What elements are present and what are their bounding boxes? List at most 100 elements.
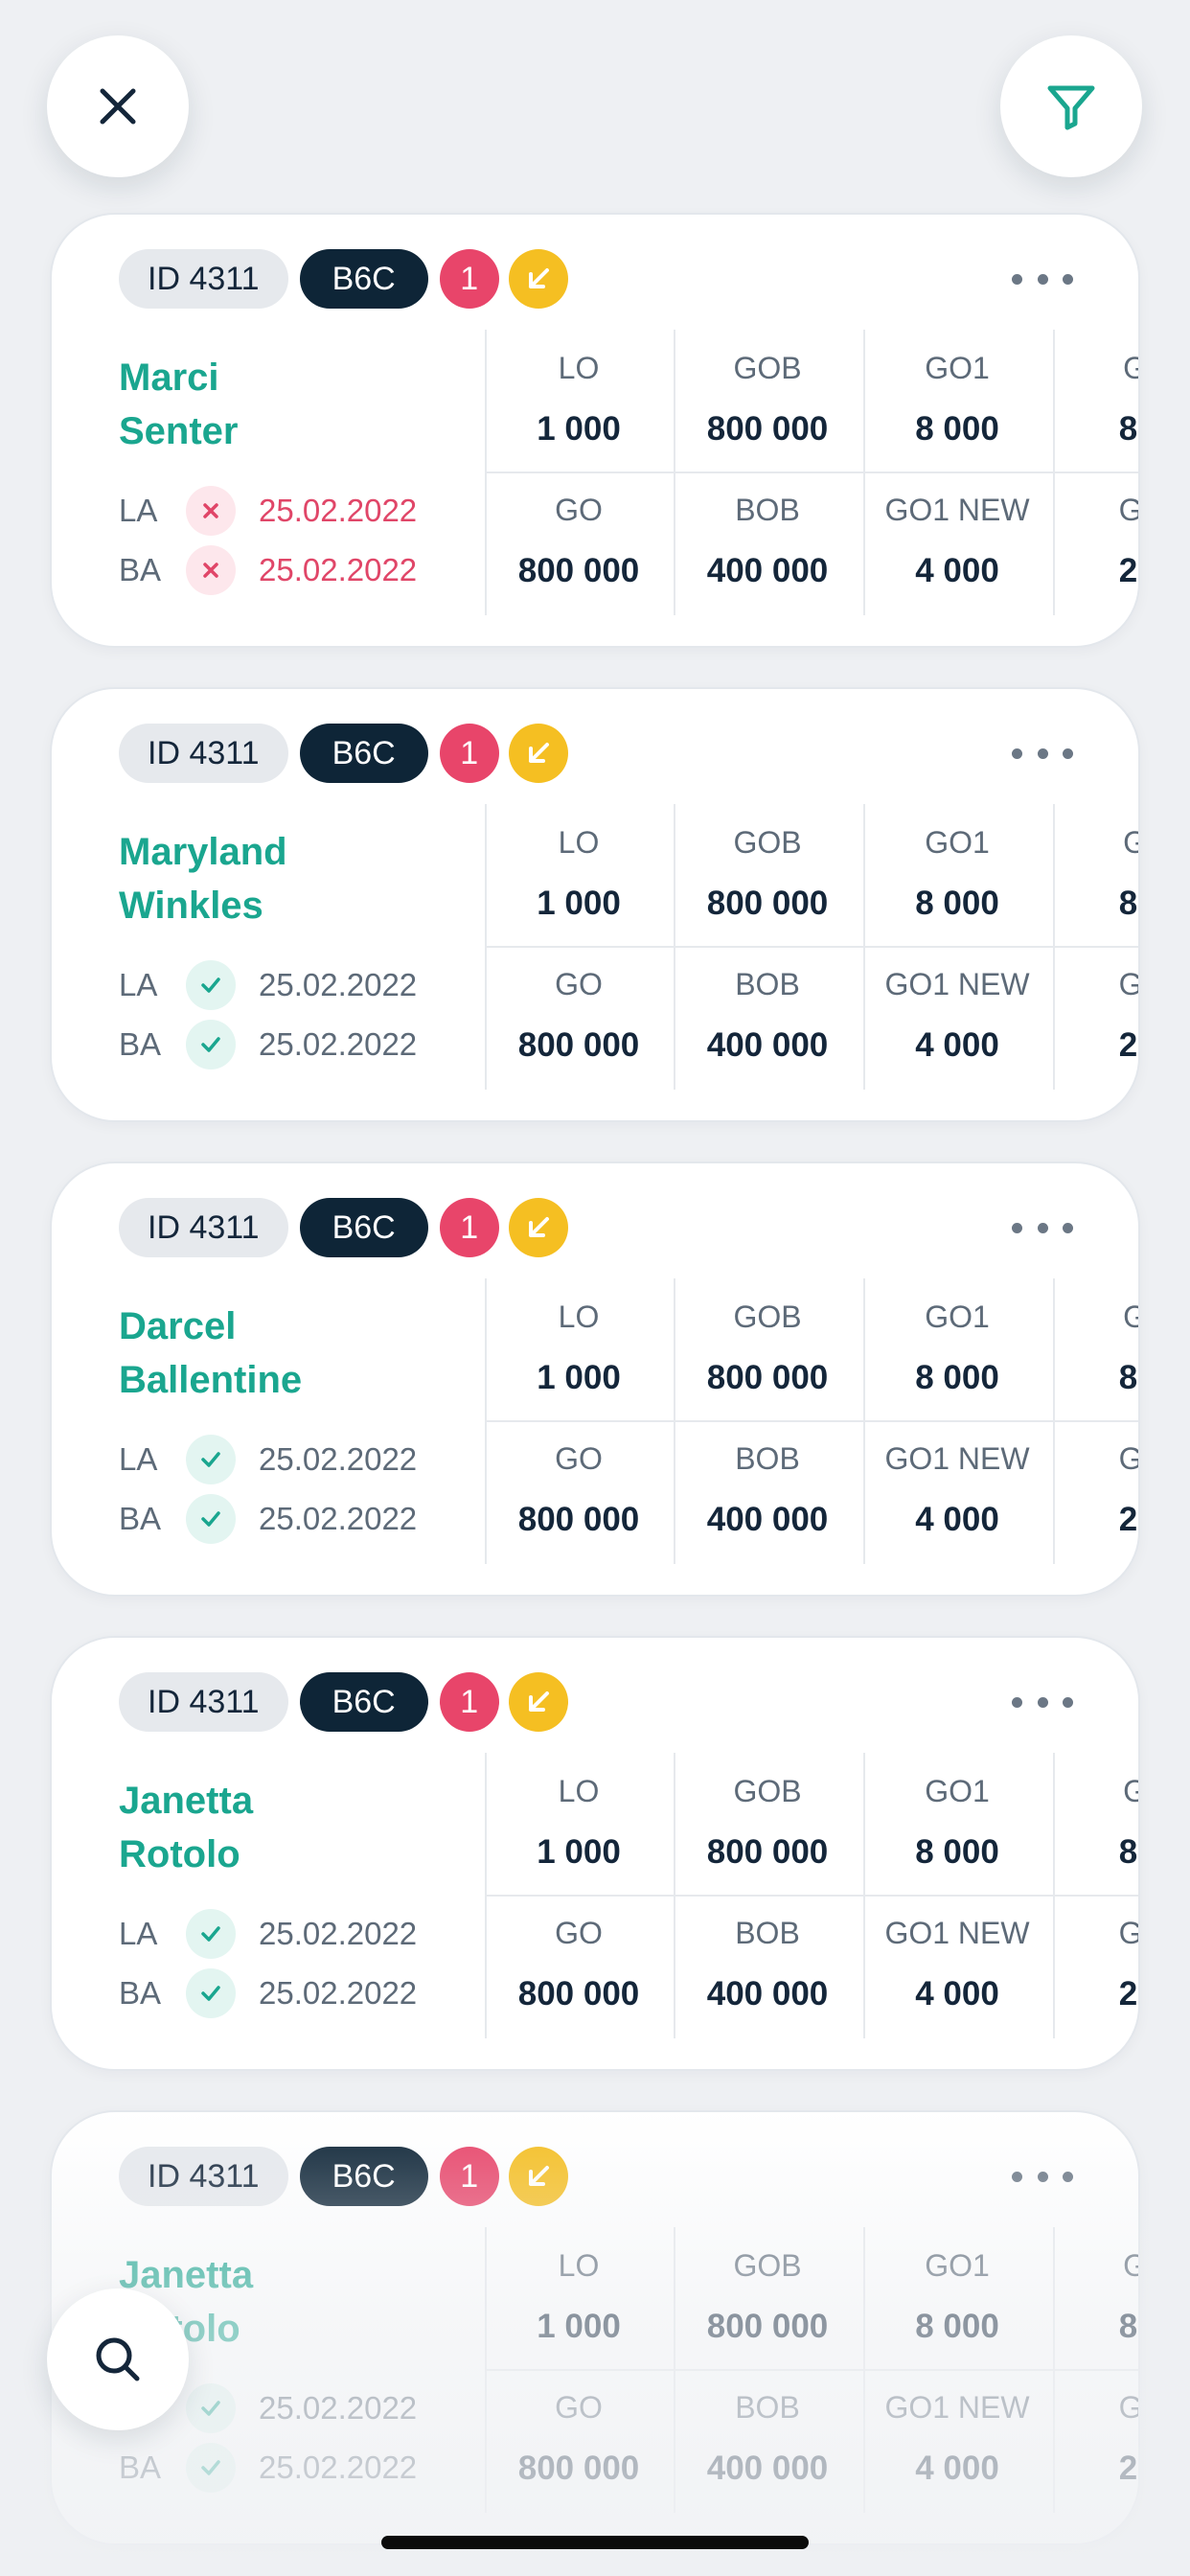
ba-check-icon	[186, 2443, 236, 2493]
metric-label: LO	[558, 2248, 600, 2283]
metric-label: GO	[555, 1441, 603, 1476]
id-badge: ID 4311	[119, 1672, 288, 1732]
metric-value: 800 000	[517, 1975, 640, 2012]
metric-value: 8 000	[915, 1359, 999, 1396]
arrow-down-left-icon	[528, 2166, 549, 2186]
la-date: 25.02.2022	[259, 967, 418, 1002]
ba-row: BA 25.02.2022	[119, 545, 417, 595]
metric-cell: LO 1 000	[485, 349, 673, 450]
metric-label: GOI	[1053, 965, 1138, 1003]
close-icon	[100, 88, 136, 125]
code-badge: B6C	[299, 1672, 428, 1732]
metric-cell: GOB 800 000	[674, 1772, 861, 1874]
more-options-icon[interactable]	[1012, 1688, 1073, 1716]
count-badge: 1	[439, 249, 499, 309]
id-badge: ID 4311	[119, 249, 288, 309]
metric-value: 822	[1118, 885, 1138, 922]
metric-value: 400 000	[706, 1501, 829, 1538]
arrow-down-left-icon	[528, 1217, 549, 1237]
record-card[interactable]: ID 4311 B6C 1 Maryland Winkles LA 25.02.…	[50, 687, 1140, 1122]
metric-cell: GO1 NEW 4 000	[863, 1914, 1051, 2015]
metric-cell: BOB 400 000	[674, 1439, 861, 1541]
metric-value: 285	[1118, 1026, 1138, 1064]
metric-label: GOB	[733, 1774, 802, 1808]
la-label: LA	[119, 1916, 158, 1951]
metric-value: 285	[1118, 1975, 1138, 2012]
metrics-grid: LO 1 000 GOB 800 000 GO1 8 000 GO 822 GO 800 000 B…	[485, 1753, 1138, 2038]
la-label: LA	[119, 967, 158, 1002]
metric-value: 800 000	[706, 410, 829, 448]
more-options-icon[interactable]	[1012, 739, 1073, 768]
metric-value: 4 000	[915, 1501, 999, 1538]
metric-value: 8 000	[915, 885, 999, 922]
metric-cell: GOB 800 000	[674, 2246, 861, 2348]
la-date: 25.02.2022	[259, 1441, 418, 1477]
metric-cell: GO1 NEW 4 000	[863, 965, 1051, 1067]
metric-value: 4 000	[915, 1026, 999, 1064]
ba-row: BA 25.02.2022	[119, 1494, 418, 1544]
person-name[interactable]: Marci Senter	[119, 351, 464, 458]
metric-label: GO	[555, 1916, 603, 1950]
metric-label: GO1	[925, 825, 990, 860]
record-card[interactable]: ID 4311 B6C 1 Darcel Ballentine LA 25.02…	[50, 1162, 1140, 1597]
metric-label: GO1	[925, 2248, 990, 2283]
record-card[interactable]: ID 4311 B6C 1 Janetta Rotolo LA 25.02.20…	[50, 2110, 1140, 2545]
metric-label: GOI	[1053, 2388, 1138, 2426]
filter-button[interactable]	[1000, 35, 1142, 177]
metric-cell: GO1 8 000	[863, 1298, 1051, 1399]
metric-label: BOB	[735, 967, 800, 1001]
metric-label: GO	[1053, 823, 1138, 862]
person-name[interactable]: Darcel Ballentine	[119, 1300, 464, 1407]
person-last-name: Senter	[119, 410, 239, 452]
record-card[interactable]: ID 4311 B6C 1 Marci Senter LA 25.02.2022…	[50, 213, 1140, 648]
more-options-icon[interactable]	[1012, 2162, 1073, 2191]
metric-label: GO1	[925, 351, 990, 385]
metric-cell: GO1 8 000	[863, 823, 1051, 925]
ba-check-icon	[186, 1494, 236, 1544]
la-row: LA 25.02.2022	[119, 1909, 417, 1959]
id-badge: ID 4311	[119, 724, 288, 783]
metric-label: LO	[558, 1774, 600, 1808]
la-label: LA	[119, 493, 158, 528]
record-card[interactable]: ID 4311 B6C 1 Janetta Rotolo LA 25.02.20…	[50, 1636, 1140, 2071]
more-options-icon[interactable]	[1012, 1213, 1073, 1242]
metrics-grid: LO 1 000 GOB 800 000 GO1 8 000 GO 822 GO 800 000 B…	[485, 804, 1138, 1090]
la-check-icon	[186, 960, 236, 1010]
home-indicator[interactable]	[381, 2536, 809, 2549]
person-first-name: Marci	[119, 356, 219, 399]
more-options-icon[interactable]	[1012, 264, 1073, 293]
metric-value: 800 000	[706, 1359, 829, 1396]
arrow-down-left-icon	[528, 743, 549, 763]
search-button[interactable]	[47, 2288, 189, 2430]
la-check-icon	[186, 1435, 236, 1484]
ba-date: 25.02.2022	[259, 1501, 418, 1536]
person-name[interactable]: Janetta Rotolo	[119, 1774, 464, 1881]
metric-cell: GOI 285	[1053, 2388, 1138, 2490]
metric-value: 400 000	[706, 1026, 829, 1064]
metric-value: 285	[1118, 552, 1138, 589]
person-name[interactable]: Maryland Winkles	[119, 825, 464, 932]
code-badge: B6C	[299, 724, 428, 783]
ba-row: BA 25.02.2022	[119, 1968, 418, 2018]
arrow-badge	[508, 724, 568, 783]
close-button[interactable]	[47, 35, 189, 177]
ba-check-icon	[186, 1020, 236, 1070]
card-header: ID 4311 B6C 1	[119, 249, 568, 309]
metric-label: GO	[1053, 349, 1138, 387]
metric-label: GOB	[733, 351, 802, 385]
metric-cell: GO1 NEW 4 000	[863, 1439, 1051, 1541]
ba-check-icon	[186, 1968, 236, 2018]
ba-date: 25.02.2022	[259, 1975, 418, 2011]
arrow-badge	[508, 249, 568, 309]
metric-cell: GO 822	[1053, 1298, 1138, 1399]
person-first-name: Maryland	[119, 831, 287, 873]
metric-value: 4 000	[915, 1975, 999, 2012]
person-last-name: Winkles	[119, 885, 263, 927]
ba-label: BA	[119, 1026, 162, 1062]
la-row: LA 25.02.2022	[119, 960, 418, 1010]
metric-cell: GO 800 000	[485, 2388, 673, 2490]
metric-cell: GO 822	[1053, 2246, 1138, 2348]
ba-label: BA	[119, 552, 162, 587]
count-badge: 1	[439, 1672, 499, 1732]
metric-cell: BOB 400 000	[674, 491, 861, 592]
